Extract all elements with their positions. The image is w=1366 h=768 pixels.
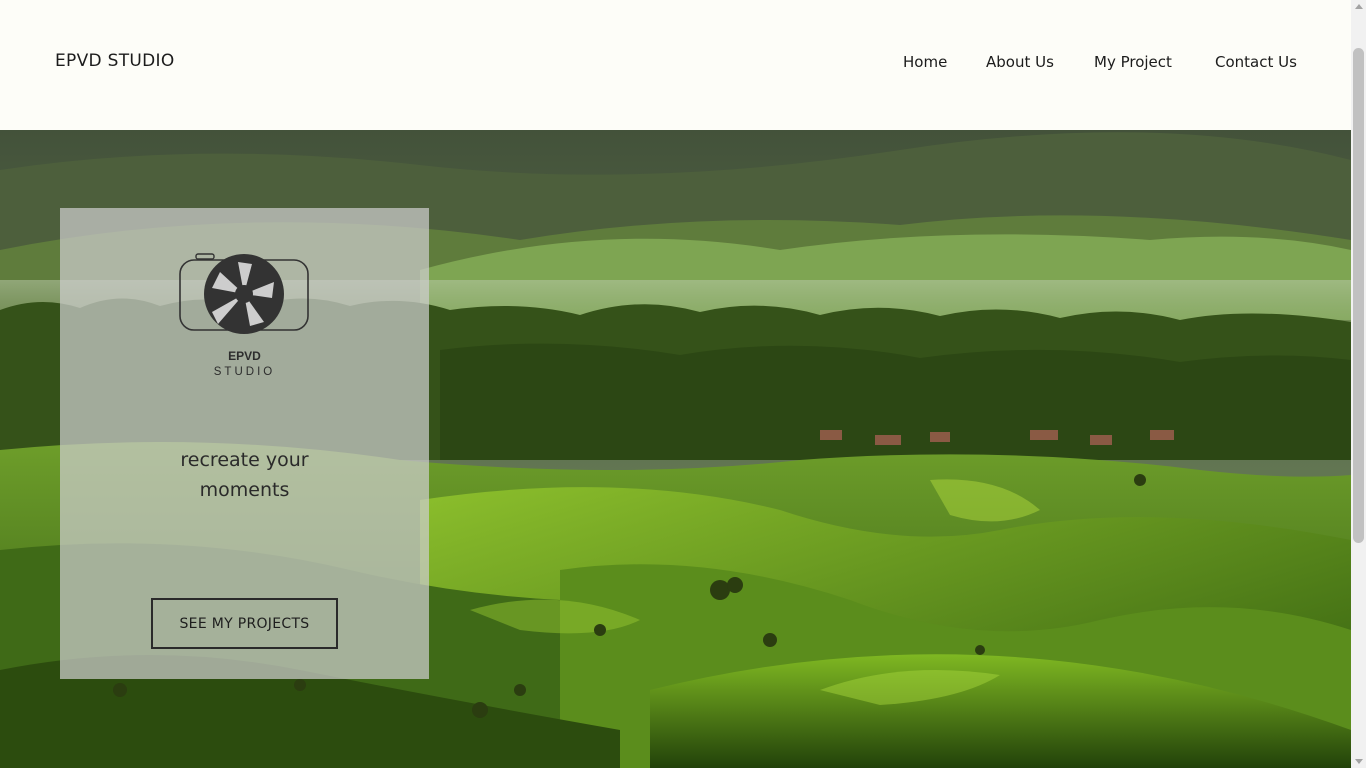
scroll-down-arrow-icon[interactable] [1355, 759, 1363, 764]
scrollbar-thumb[interactable] [1353, 48, 1364, 543]
scroll-up-arrow-icon[interactable] [1355, 4, 1363, 9]
hero-tagline: recreate your moments [60, 445, 429, 505]
hero-card: EPVD STUDIO recreate your moments SEE MY… [60, 208, 429, 679]
logo-subtitle: STUDIO [213, 366, 276, 378]
nav-contact-link[interactable]: Contact Us [1215, 53, 1297, 71]
page-scrollbar[interactable] [1351, 0, 1366, 768]
site-header: EPVD STUDIO Home About Us My Project Con… [0, 0, 1351, 130]
nav-about-link[interactable]: About Us [986, 53, 1054, 71]
see-my-projects-button[interactable]: SEE MY PROJECTS [151, 598, 338, 649]
tagline-line-2: moments [199, 479, 290, 501]
tagline-line-1: recreate your [180, 449, 309, 471]
camera-logo-icon [179, 253, 309, 334]
brand-logo-text[interactable]: EPVD STUDIO [55, 51, 175, 71]
nav-my-project-link[interactable]: My Project [1094, 53, 1172, 71]
nav-home-link[interactable]: Home [903, 53, 947, 71]
logo-title: EPVD [228, 349, 261, 363]
